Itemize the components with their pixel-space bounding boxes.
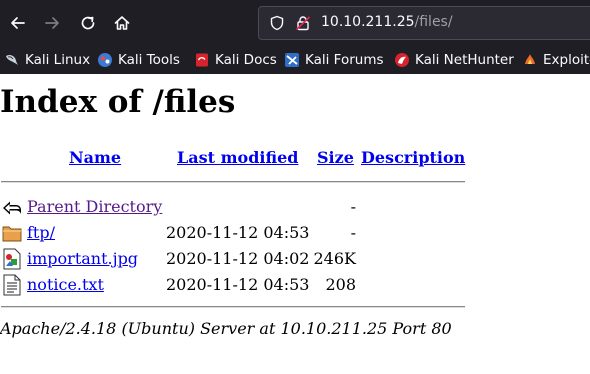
entry-modified: 2020-11-12 04:53 xyxy=(166,223,310,242)
text-file-icon xyxy=(3,274,21,296)
url-path: /files/ xyxy=(414,14,453,30)
table-row: important.jpg 2020-11-12 04:02 246K xyxy=(0,247,470,271)
page-title: Index of /files xyxy=(0,84,236,120)
reload-icon xyxy=(81,16,95,30)
bookmark-exploit-db[interactable]: Exploit- xyxy=(522,51,590,69)
back-arrow-icon xyxy=(11,17,25,29)
back-arrow-icon xyxy=(3,201,21,215)
bookmark-label: Kali Tools xyxy=(118,52,180,68)
back-button[interactable] xyxy=(4,9,32,37)
entry-modified: 2020-11-12 04:02 xyxy=(166,249,310,268)
bookmark-kali-forums[interactable]: Kali Forums xyxy=(284,51,384,69)
folder-icon xyxy=(2,226,22,242)
exploit-db-icon xyxy=(525,54,535,64)
bookmark-kali-linux[interactable]: Kali Linux xyxy=(4,51,90,69)
bookmark-label: Kali Docs xyxy=(215,52,277,68)
entry-size: 208 xyxy=(325,275,356,294)
kali-nethunter-icon xyxy=(395,53,409,67)
kali-docs-icon xyxy=(196,53,208,67)
entry-link-parent-directory[interactable]: Parent Directory xyxy=(27,197,162,216)
browser-toolbar: 10.10.211.25/files/ xyxy=(0,0,590,46)
bookmark-kali-docs[interactable]: Kali Docs xyxy=(194,51,277,69)
kali-forums-icon xyxy=(285,53,299,67)
reload-button[interactable] xyxy=(74,9,102,37)
bookmark-kali-tools[interactable]: Kali Tools xyxy=(97,51,180,69)
entry-link-important-jpg[interactable]: important.jpg xyxy=(27,249,138,268)
column-header-size[interactable]: Size xyxy=(317,148,354,167)
insecure-lock-icon[interactable] xyxy=(295,15,311,31)
table-divider-top xyxy=(1,181,465,183)
entry-size: 246K xyxy=(313,249,357,268)
column-header-name[interactable]: Name xyxy=(69,148,121,167)
entry-link-ftp[interactable]: ftp/ xyxy=(27,223,55,242)
image-file-icon xyxy=(3,248,21,270)
table-divider-bottom xyxy=(1,306,465,308)
bookmarks-toolbar: Kali Linux Kali Tools Kali Docs Kali For… xyxy=(0,46,590,74)
table-row: Parent Directory - xyxy=(0,195,470,219)
bookmark-label: Kali NetHunter xyxy=(415,52,514,68)
bookmark-kali-nethunter[interactable]: Kali NetHunter xyxy=(394,51,514,69)
bookmark-label: Exploit- xyxy=(543,52,590,68)
column-header-description[interactable]: Description xyxy=(361,148,465,167)
entry-size: - xyxy=(350,223,356,242)
table-row: notice.txt 2020-11-12 04:53 208 xyxy=(0,273,470,297)
entry-modified: 2020-11-12 04:53 xyxy=(166,275,310,294)
tracking-protection-shield-icon[interactable] xyxy=(269,15,285,31)
bookmark-label: Kali Forums xyxy=(305,52,384,68)
kali-dragon-icon xyxy=(6,54,18,65)
entry-link-notice-txt[interactable]: notice.txt xyxy=(27,275,104,294)
bookmark-label: Kali Linux xyxy=(25,52,91,68)
url-text[interactable]: 10.10.211.25/files/ xyxy=(321,14,453,30)
url-host: 10.10.211.25 xyxy=(321,14,415,30)
forward-arrow-icon xyxy=(45,17,59,29)
forward-button[interactable] xyxy=(38,9,66,37)
entry-size: - xyxy=(350,197,356,216)
address-bar[interactable]: 10.10.211.25/files/ xyxy=(258,6,590,40)
kali-tools-icon xyxy=(98,53,112,67)
column-header-last-modified[interactable]: Last modified xyxy=(177,148,298,167)
page-content: Index of /files Name Last modified Size … xyxy=(0,74,590,374)
home-icon xyxy=(114,16,130,30)
server-signature: Apache/2.4.18 (Ubuntu) Server at 10.10.2… xyxy=(0,319,452,338)
table-row: ftp/ 2020-11-12 04:53 - xyxy=(0,221,470,245)
home-button[interactable] xyxy=(108,9,136,37)
